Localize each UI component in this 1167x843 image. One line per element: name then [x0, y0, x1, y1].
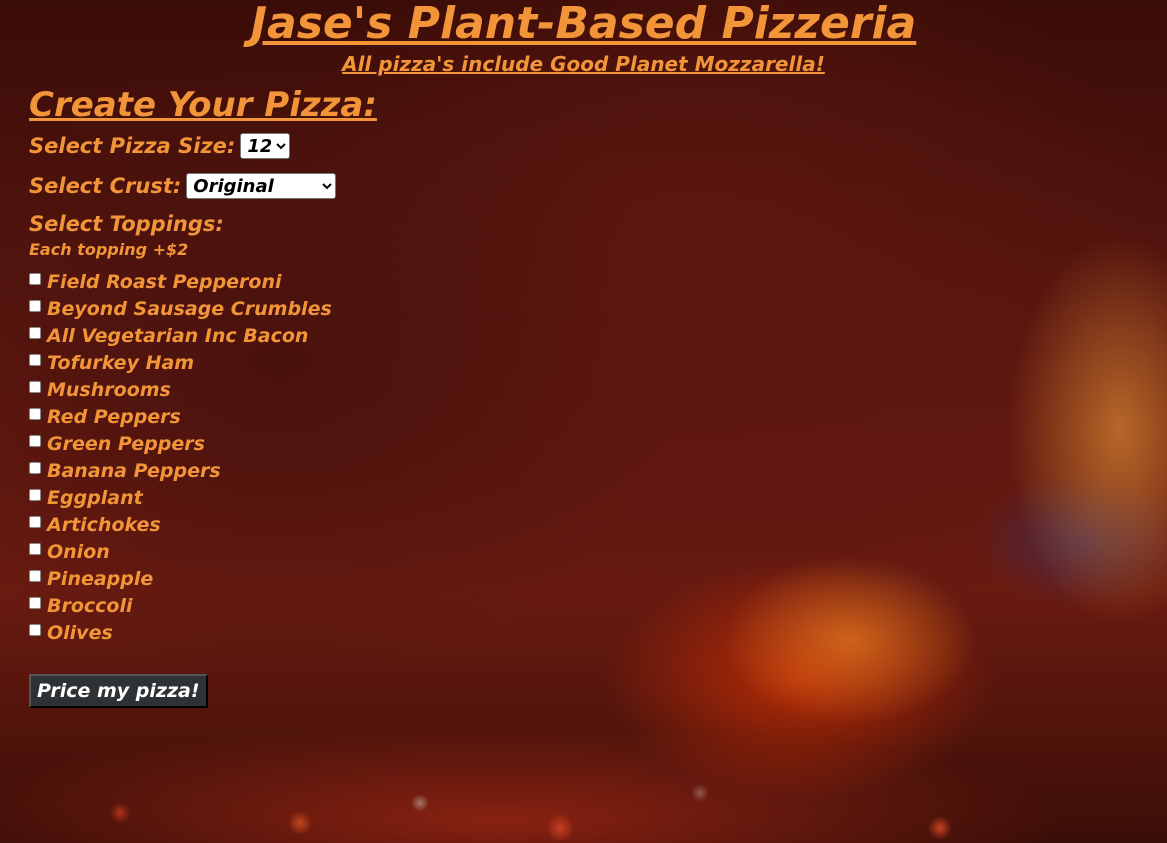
topping-item[interactable]: Artichokes	[29, 511, 377, 538]
topping-label: Banana Peppers	[47, 459, 221, 482]
topping-item[interactable]: Banana Peppers	[29, 457, 377, 484]
pizza-size-select[interactable]: 12"	[240, 133, 291, 159]
topping-item[interactable]: Green Peppers	[29, 430, 377, 457]
topping-label: Green Peppers	[47, 432, 205, 455]
topping-item[interactable]: All Vegetarian Inc Bacon	[29, 322, 377, 349]
size-label: Select Pizza Size:	[29, 134, 236, 158]
topping-item[interactable]: Mushrooms	[29, 376, 377, 403]
topping-checkbox[interactable]	[29, 542, 41, 555]
topping-item[interactable]: Beyond Sausage Crumbles	[29, 295, 377, 322]
topping-label: Artichokes	[47, 513, 161, 536]
topping-label: Broccoli	[47, 594, 133, 617]
topping-item[interactable]: Red Peppers	[29, 403, 377, 430]
topping-label: Beyond Sausage Crumbles	[47, 297, 332, 320]
topping-checkbox[interactable]	[29, 272, 41, 285]
crust-label: Select Crust:	[29, 174, 182, 198]
create-pizza-heading: Create Your Pizza:	[29, 85, 377, 125]
background-embers	[0, 733, 1167, 843]
topping-item[interactable]: Olives	[29, 619, 377, 646]
toppings-label: Select Toppings:	[29, 212, 224, 236]
topping-item[interactable]: Broccoli	[29, 592, 377, 619]
topping-label: Onion	[47, 540, 110, 563]
pizza-form: Create Your Pizza: Select Pizza Size: 12…	[29, 84, 377, 708]
toppings-list: Field Roast Pepperoni Beyond Sausage Cru…	[29, 268, 377, 646]
topping-label: Red Peppers	[47, 405, 181, 428]
site-subtitle: All pizza's include Good Planet Mozzarel…	[342, 52, 825, 76]
topping-item[interactable]: Pineapple	[29, 565, 377, 592]
topping-item[interactable]: Eggplant	[29, 484, 377, 511]
topping-label: Mushrooms	[47, 378, 171, 401]
crust-row: Select Crust: Original	[29, 166, 377, 206]
topping-checkbox[interactable]	[29, 326, 41, 339]
topping-label: All Vegetarian Inc Bacon	[47, 324, 309, 347]
topping-checkbox[interactable]	[29, 353, 41, 366]
topping-label: Eggplant	[47, 486, 143, 509]
topping-checkbox[interactable]	[29, 461, 41, 474]
toppings-price-note: Each topping +$2	[29, 240, 189, 259]
topping-item[interactable]: Tofurkey Ham	[29, 349, 377, 376]
topping-item[interactable]: Onion	[29, 538, 377, 565]
topping-checkbox[interactable]	[29, 407, 41, 420]
crust-select[interactable]: Original	[186, 173, 337, 199]
topping-label: Field Roast Pepperoni	[47, 270, 282, 293]
page-header: Jase's Plant-Based Pizzeria All pizza's …	[0, 0, 1167, 77]
topping-checkbox[interactable]	[29, 623, 41, 636]
topping-checkbox[interactable]	[29, 488, 41, 501]
topping-checkbox[interactable]	[29, 380, 41, 393]
topping-checkbox[interactable]	[29, 515, 41, 528]
topping-checkbox[interactable]	[29, 434, 41, 447]
price-my-pizza-button[interactable]: Price my pizza!	[29, 674, 208, 708]
topping-label: Tofurkey Ham	[47, 351, 195, 374]
site-title: Jase's Plant-Based Pizzeria	[250, 0, 917, 49]
topping-checkbox[interactable]	[29, 299, 41, 312]
topping-checkbox[interactable]	[29, 569, 41, 582]
size-row: Select Pizza Size: 12"	[29, 126, 377, 166]
topping-label: Pineapple	[47, 567, 154, 590]
topping-item[interactable]: Field Roast Pepperoni	[29, 268, 377, 295]
topping-checkbox[interactable]	[29, 596, 41, 609]
topping-label: Olives	[47, 621, 113, 644]
